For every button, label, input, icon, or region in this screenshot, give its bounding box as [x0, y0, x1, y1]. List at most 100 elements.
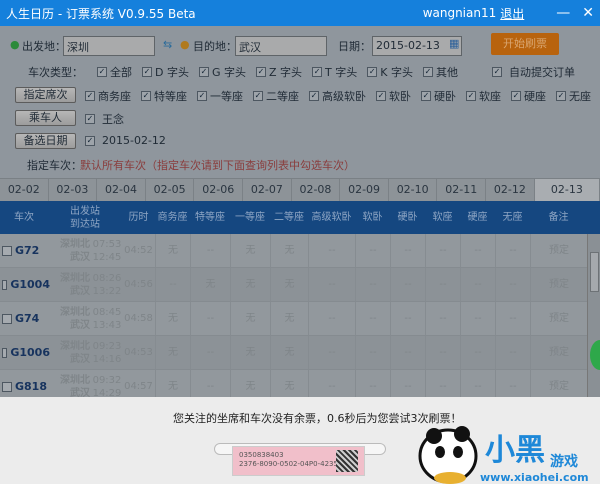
- checkbox[interactable]: ✓: [253, 91, 263, 101]
- book-button[interactable]: 预定: [530, 268, 587, 301]
- checkbox[interactable]: ✓: [492, 67, 502, 77]
- stations: 深圳北 武汉: [50, 268, 90, 301]
- seat-availability: --: [460, 302, 495, 335]
- passenger-button[interactable]: 乘车人: [15, 110, 76, 126]
- train-type-option[interactable]: ✓ Z 字头: [256, 64, 302, 80]
- table-row: G74 深圳北 武汉 08:45 13:43 04:58 无 -- 无无 -- -- -- -- -…: [0, 302, 587, 336]
- date-tab[interactable]: 02-11: [437, 179, 487, 201]
- date-tab[interactable]: 02-05: [146, 179, 195, 201]
- checkbox[interactable]: ✓: [142, 67, 152, 77]
- seat-option[interactable]: ✓ 硬座: [511, 88, 546, 104]
- checkbox[interactable]: ✓: [312, 67, 323, 77]
- seat-option[interactable]: ✓ 硬卧: [421, 88, 456, 104]
- date-tab[interactable]: 02-09: [340, 179, 389, 201]
- train-select[interactable]: G1006: [2, 336, 50, 369]
- train-label: 指定车次：: [27, 159, 82, 172]
- seat-select-button[interactable]: 指定席次: [15, 87, 76, 103]
- from-input[interactable]: 深圳: [63, 36, 155, 56]
- seat-option[interactable]: ✓ 特等座: [141, 88, 187, 104]
- train-type-option[interactable]: ✓ T 字头: [312, 64, 357, 80]
- checkbox[interactable]: [2, 313, 12, 324]
- to-input[interactable]: 武汉: [235, 36, 327, 56]
- option-label: 全部: [110, 66, 132, 79]
- train-type-option[interactable]: ✓ D 字头: [142, 64, 189, 80]
- date-tab[interactable]: 02-07: [243, 179, 292, 201]
- checkbox[interactable]: ✓: [309, 91, 319, 101]
- checkbox[interactable]: ✓: [376, 91, 386, 101]
- checkbox[interactable]: ✓: [85, 114, 95, 124]
- train-type-option[interactable]: ✓ G 字头: [198, 64, 246, 80]
- date-tab[interactable]: 02-13: [534, 179, 600, 201]
- book-button[interactable]: 预定: [530, 302, 587, 335]
- checkbox[interactable]: [2, 245, 12, 256]
- alt-date-checkbox[interactable]: ✓ 2015-02-12: [85, 134, 166, 147]
- checkbox[interactable]: ✓: [197, 91, 207, 101]
- checkbox[interactable]: ✓: [422, 67, 433, 77]
- seat-option[interactable]: ✓ 商务座: [85, 88, 131, 104]
- swap-icon[interactable]: ⇆: [163, 38, 172, 51]
- train-type-option[interactable]: ✓ 全部: [97, 64, 132, 80]
- checkbox[interactable]: ✓: [367, 67, 378, 77]
- alt-date-button[interactable]: 备选日期: [15, 133, 76, 149]
- book-button[interactable]: 预定: [530, 336, 587, 369]
- scrollbar[interactable]: [587, 234, 600, 397]
- close-button[interactable]: ✕: [582, 5, 594, 21]
- seat-option[interactable]: ✓ 高级软卧: [309, 88, 366, 104]
- checkbox[interactable]: [2, 279, 8, 290]
- book-button[interactable]: 预定: [530, 234, 587, 267]
- date-tab[interactable]: 02-03: [49, 179, 98, 201]
- train-type-row: 车次类型： ✓ 全部 ✓ D 字头 ✓ G 字头 ✓ Z 字头 ✓ T 字头 ✓ K 字头 …: [28, 64, 464, 80]
- logout-link[interactable]: 退出: [500, 5, 524, 22]
- depart-time: 09:23: [92, 340, 122, 352]
- minimize-button[interactable]: —: [556, 5, 570, 21]
- checkbox[interactable]: ✓: [256, 67, 266, 77]
- date-tab[interactable]: 02-06: [194, 179, 244, 201]
- date-tab[interactable]: 02-08: [292, 179, 341, 201]
- search-form: ● 出发地： 深圳 ⇆ ● 目的地： 武汉 日期： 2015-02-13 ▦ 开…: [0, 26, 600, 176]
- depart-time: 07:53: [92, 238, 122, 250]
- seat-option[interactable]: ✓ 无座: [556, 88, 591, 104]
- train-select[interactable]: G72: [2, 234, 50, 267]
- checkbox[interactable]: ✓: [97, 67, 107, 77]
- checkbox[interactable]: ✓: [511, 91, 521, 101]
- date-tab[interactable]: 02-12: [486, 179, 535, 201]
- checkbox[interactable]: ✓: [85, 91, 95, 101]
- app-title: 人生日历 - 订票系统 V0.9.55 Beta: [6, 6, 196, 21]
- calendar-icon[interactable]: ▦: [449, 37, 459, 50]
- checkbox[interactable]: ✓: [421, 91, 431, 101]
- checkbox[interactable]: ✓: [85, 135, 95, 146]
- seat-option[interactable]: ✓ 二等座: [253, 88, 299, 104]
- duration: 04:53: [124, 347, 153, 358]
- option-label: K 字头: [380, 66, 413, 79]
- checkbox[interactable]: [2, 347, 8, 358]
- date-tab[interactable]: 02-02: [0, 179, 49, 201]
- seat-option[interactable]: ✓ 一等座: [197, 88, 243, 104]
- train-code[interactable]: G818: [15, 380, 47, 393]
- checkbox[interactable]: ✓: [141, 91, 151, 101]
- header-train: 车次: [14, 212, 34, 223]
- train-select[interactable]: G74: [2, 302, 50, 335]
- seat-option[interactable]: ✓ 软卧: [376, 88, 411, 104]
- date-tab[interactable]: 02-04: [97, 179, 146, 201]
- train-type-option[interactable]: ✓ K 字头: [367, 64, 413, 80]
- start-button[interactable]: 开始刷票: [491, 33, 559, 55]
- checkbox[interactable]: ✓: [466, 91, 476, 101]
- seat-availability: --: [190, 302, 230, 335]
- seat-option[interactable]: ✓ 软座: [466, 88, 501, 104]
- train-code[interactable]: G72: [15, 244, 39, 257]
- checkbox[interactable]: ✓: [556, 91, 566, 101]
- checkbox[interactable]: [2, 381, 12, 392]
- checkbox[interactable]: ✓: [198, 67, 209, 77]
- train-code[interactable]: G74: [15, 312, 39, 325]
- date-tab[interactable]: 02-10: [389, 179, 438, 201]
- seat-availability: --: [495, 336, 530, 369]
- train-code[interactable]: G1004: [10, 278, 50, 291]
- train-type-option[interactable]: ✓ 其他: [422, 64, 458, 80]
- header-from: 出发站: [70, 205, 100, 217]
- passenger-checkbox[interactable]: ✓ 王念: [85, 111, 124, 127]
- svg-text:www.xiaohei.com: www.xiaohei.com: [480, 471, 589, 484]
- scrollbar-thumb[interactable]: [590, 252, 599, 292]
- train-select[interactable]: G1004: [2, 268, 50, 301]
- auto-submit-checkbox[interactable]: ✓ 自动提交订单: [492, 64, 575, 80]
- train-code[interactable]: G1006: [10, 346, 50, 359]
